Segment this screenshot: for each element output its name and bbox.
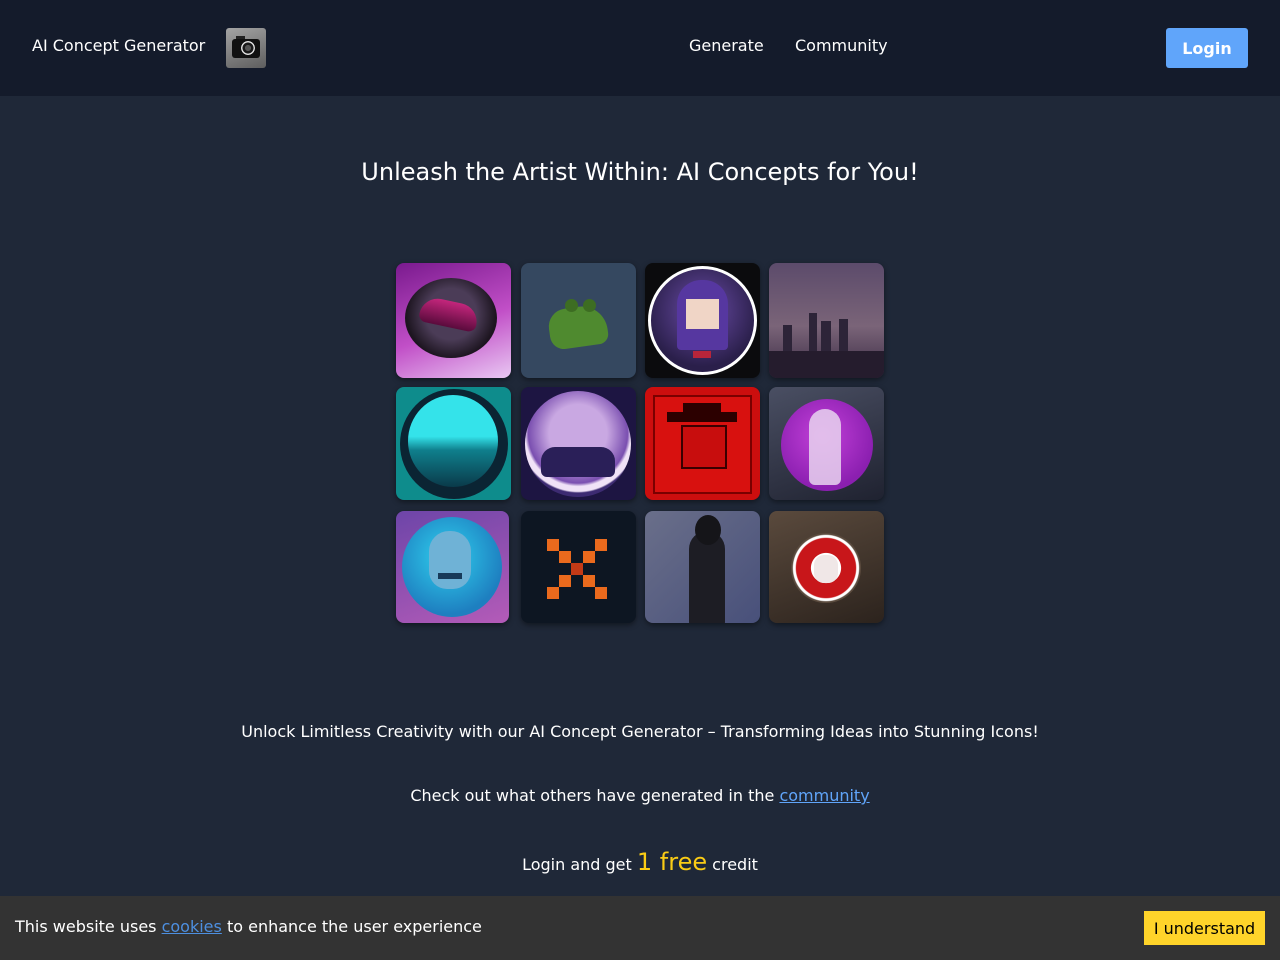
- gallery-image-angry-blue-face[interactable]: [396, 511, 509, 623]
- cookie-suffix: to enhance the user experience: [221, 917, 482, 936]
- cookie-message: This website uses cookies to enhance the…: [15, 917, 482, 936]
- credit-text-suffix: credit: [707, 855, 758, 874]
- community-text-prefix: Check out what others have generated in …: [410, 786, 780, 805]
- gallery-image-purple-anime-girl[interactable]: [769, 387, 884, 500]
- gallery-image-rainy-woman[interactable]: [645, 511, 760, 623]
- nav-generate-link[interactable]: Generate: [689, 36, 764, 55]
- tagline: Unlock Limitless Creativity with our AI …: [241, 722, 1039, 741]
- nav-community-link[interactable]: Community: [795, 36, 888, 55]
- free-credit-amount: 1 free: [636, 848, 708, 876]
- gallery-image-green-frog[interactable]: [521, 263, 636, 378]
- hero-title: Unleash the Artist Within: AI Concepts f…: [361, 158, 919, 186]
- gallery-image-teal-ring[interactable]: [396, 387, 511, 500]
- gallery-image-red-masked-figure[interactable]: [645, 387, 760, 500]
- cookie-banner: This website uses cookies to enhance the…: [0, 896, 1280, 960]
- cookie-prefix: This website uses: [15, 917, 162, 936]
- community-link[interactable]: community: [779, 786, 869, 805]
- cookie-accept-button[interactable]: I understand: [1144, 911, 1265, 945]
- cookies-link[interactable]: cookies: [162, 917, 222, 936]
- community-text: Check out what others have generated in …: [0, 786, 1280, 805]
- gallery-image-purple-car[interactable]: [396, 263, 511, 378]
- free-credit-text: Login and get 1 free credit: [0, 848, 1280, 876]
- gallery-image-pixel-x[interactable]: [521, 511, 636, 623]
- gallery-image-anime-car[interactable]: [521, 387, 636, 500]
- gallery-image-red-hood-girl[interactable]: [769, 511, 884, 623]
- gallery-image-pixel-anime-girl[interactable]: [645, 263, 760, 378]
- top-navbar: AI Concept Generator Generate Community …: [0, 0, 1280, 96]
- camera-icon[interactable]: [226, 28, 266, 68]
- example-icons-gallery: [395, 262, 885, 624]
- login-button[interactable]: Login: [1166, 28, 1248, 68]
- credit-text-prefix: Login and get: [522, 855, 637, 874]
- brand-title[interactable]: AI Concept Generator: [32, 36, 205, 55]
- gallery-image-city-skyline[interactable]: [769, 263, 884, 378]
